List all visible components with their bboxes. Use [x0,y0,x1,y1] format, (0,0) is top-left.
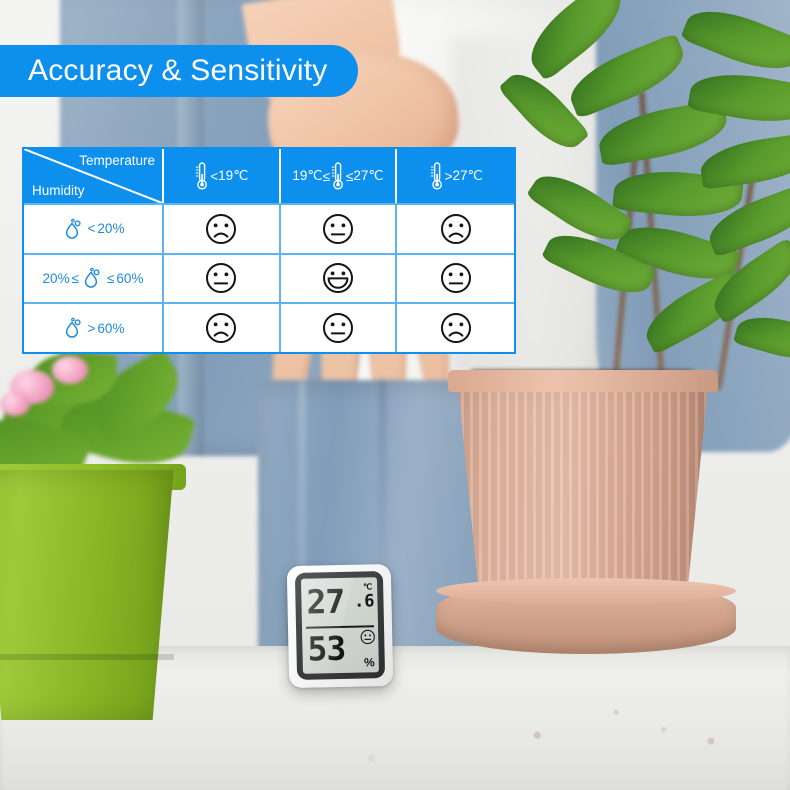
sad-face-icon [440,213,471,244]
humidity-lower-bound: 20% [42,270,70,286]
lcd-temperature-unit: ℃ [363,582,373,592]
temp-threshold: 27℃ [452,168,483,183]
background-photo [0,0,790,790]
operator-left: ≤ [322,168,330,184]
lcd-neutral-face-icon [360,629,375,644]
matrix-cell-humid-ideal [280,302,398,352]
column-axis-label: Temperature [79,153,155,168]
matrix-cell-dry-cold [164,203,281,253]
matrix-cell-ideal-cold [164,252,281,303]
pink-flower [52,356,88,384]
row-axis-label: Humidity [32,183,85,198]
lcd-temperature-decimal: .6 [353,591,375,612]
operator-right: ≤ [345,168,354,184]
temp-threshold: 19℃ [218,168,249,183]
humidity-drop-icon [65,317,81,338]
temp-column-header-ideal: 19℃ ≤ ≤ 27℃ [280,149,398,203]
thermometer-icon [196,162,208,190]
jeans-fly [380,380,385,580]
temp-upper-bound: 27℃ [353,168,384,183]
sad-face-icon [206,313,237,344]
humidity-row-header-ideal: 20% ≤ ≤ 60% [24,252,164,303]
operator-right: ≤ [107,270,115,286]
humidity-threshold: 20% [97,221,125,237]
clay-pot-rim [448,370,718,392]
matrix-cell-humid-cold [164,302,281,352]
neutral-face-icon [440,263,471,294]
section-title-banner: Accuracy & Sensitivity [0,45,358,97]
thermometer-icon [430,162,442,190]
pink-flower [0,392,30,416]
neutral-face-icon [206,263,237,294]
humidity-threshold: 60% [97,320,125,336]
temp-column-header-hot: > 27℃ [397,149,514,203]
matrix-cell-dry-hot [397,203,514,253]
matrix-cell-ideal-ideal [280,252,398,303]
humidity-upper-bound: 60% [116,270,144,286]
thermometer-icon [331,162,343,190]
matrix-cell-dry-ideal [280,203,398,253]
lcd-humidity-unit: % [363,655,375,670]
humidity-drop-icon [65,218,81,239]
neutral-face-icon [322,313,353,344]
thermo-hygrometer-device: 27 ℃ .6 53 % [286,563,394,689]
humidity-row-header-humid: > 60% [24,302,164,352]
humidity-drop-icon [84,268,100,289]
green-pot-band [0,654,174,660]
neutral-face-icon [322,213,353,244]
sad-face-icon [206,213,237,244]
operator: < [87,221,96,237]
green-pot-body [0,470,174,720]
matrix-cell-humid-hot [397,302,514,352]
page-title: Accuracy & Sensitivity [28,54,328,87]
matrix-cell-ideal-hot [397,252,514,303]
temp-column-header-cold: < 19℃ [164,149,281,203]
operator: < [210,168,219,184]
operator: > [444,168,453,184]
clay-pot-saucer-lip [436,578,736,604]
happy-face-icon [322,263,353,294]
operator: > [87,320,96,336]
device-lcd-screen: 27 ℃ .6 53 % [301,577,379,674]
sad-face-icon [440,313,471,344]
operator-left: ≤ [71,270,79,286]
device-bezel: 27 ℃ .6 53 % [294,571,386,680]
matrix-corner-cell: Temperature Humidity [24,149,164,203]
comfort-matrix-table: Temperature Humidity < 19℃ 19℃ ≤ ≤ 27℃ >… [22,147,516,354]
temp-lower-bound: 19℃ [292,168,323,183]
humidity-row-header-dry: < 20% [24,203,164,253]
